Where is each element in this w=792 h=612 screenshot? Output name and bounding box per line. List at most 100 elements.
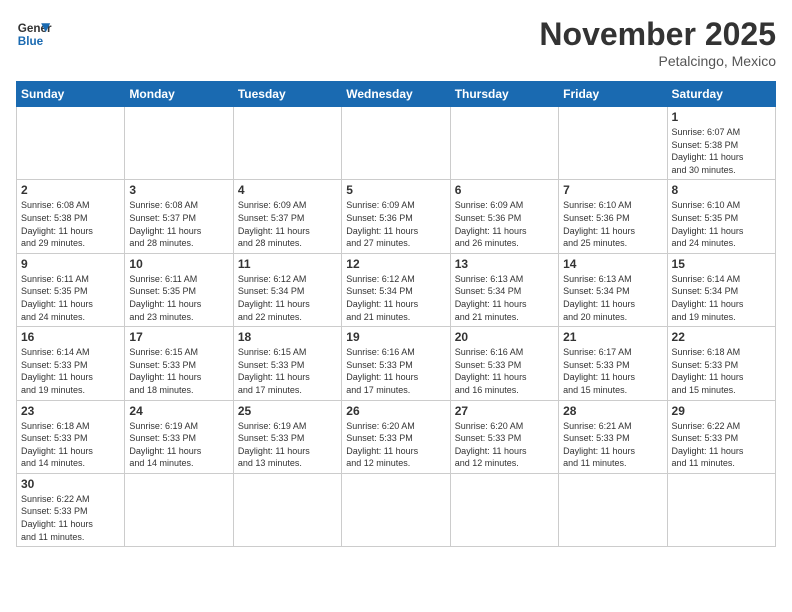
day-number: 23 bbox=[21, 404, 120, 418]
day-number: 28 bbox=[563, 404, 662, 418]
calendar-cell: 14 Sunrise: 6:13 AMSunset: 5:34 PMDayligh… bbox=[559, 253, 667, 326]
day-info: Sunrise: 6:13 AMSunset: 5:34 PMDaylight:… bbox=[563, 273, 662, 323]
day-number: 2 bbox=[21, 183, 120, 197]
calendar-cell bbox=[125, 107, 233, 180]
day-info: Sunrise: 6:22 AMSunset: 5:33 PMDaylight:… bbox=[672, 420, 771, 470]
weekday-header-thursday: Thursday bbox=[450, 82, 558, 107]
calendar-cell: 18 Sunrise: 6:15 AMSunset: 5:33 PMDayligh… bbox=[233, 327, 341, 400]
calendar-cell: 24Sunrise: 6:19 AMSunset: 5:33 PMDayligh… bbox=[125, 400, 233, 473]
day-number: 18 bbox=[238, 330, 337, 344]
location: Petalcingo, Mexico bbox=[539, 53, 776, 69]
day-info: Sunrise: 6:14 AMSunset: 5:33 PMDaylight:… bbox=[21, 346, 120, 396]
day-number: 20 bbox=[455, 330, 554, 344]
calendar-cell: 21 Sunrise: 6:17 AMSunset: 5:33 PMDayligh… bbox=[559, 327, 667, 400]
day-info: Sunrise: 6:07 AMSunset: 5:38 PMDaylight:… bbox=[672, 126, 771, 176]
day-number: 10 bbox=[129, 257, 228, 271]
day-number: 16 bbox=[21, 330, 120, 344]
day-number: 24 bbox=[129, 404, 228, 418]
calendar-cell: 25 Sunrise: 6:19 AMSunset: 5:33 PMDayligh… bbox=[233, 400, 341, 473]
calendar-cell bbox=[342, 107, 450, 180]
calendar-cell bbox=[559, 473, 667, 546]
day-number: 14 bbox=[563, 257, 662, 271]
day-info: Sunrise: 6:08 AMSunset: 5:38 PMDaylight:… bbox=[21, 199, 120, 249]
title-block: November 2025 Petalcingo, Mexico bbox=[539, 16, 776, 69]
calendar-cell: 12Sunrise: 6:12 AMSunset: 5:34 PMDayligh… bbox=[342, 253, 450, 326]
calendar-cell: 1Sunrise: 6:07 AMSunset: 5:38 PMDaylight… bbox=[667, 107, 775, 180]
day-number: 8 bbox=[672, 183, 771, 197]
week-row-1: 1Sunrise: 6:07 AMSunset: 5:38 PMDaylight… bbox=[17, 107, 776, 180]
day-info: Sunrise: 6:19 AMSunset: 5:33 PMDaylight:… bbox=[238, 420, 337, 470]
day-number: 4 bbox=[238, 183, 337, 197]
calendar-cell: 22Sunrise: 6:18 AMSunset: 5:33 PMDayligh… bbox=[667, 327, 775, 400]
calendar-cell: 11Sunrise: 6:12 AMSunset: 5:34 PMDayligh… bbox=[233, 253, 341, 326]
day-info: Sunrise: 6:13 AMSunset: 5:34 PMDaylight:… bbox=[455, 273, 554, 323]
day-number: 21 bbox=[563, 330, 662, 344]
day-info: Sunrise: 6:09 AMSunset: 5:37 PMDaylight:… bbox=[238, 199, 337, 249]
weekday-header-tuesday: Tuesday bbox=[233, 82, 341, 107]
weekday-header-monday: Monday bbox=[125, 82, 233, 107]
weekday-header-sunday: Sunday bbox=[17, 82, 125, 107]
day-number: 25 bbox=[238, 404, 337, 418]
calendar-cell: 23 Sunrise: 6:18 AMSunset: 5:33 PMDayligh… bbox=[17, 400, 125, 473]
day-info: Sunrise: 6:21 AMSunset: 5:33 PMDaylight:… bbox=[563, 420, 662, 470]
weekday-header-friday: Friday bbox=[559, 82, 667, 107]
calendar-cell: 30 Sunrise: 6:22 AMSunset: 5:33 PMDayligh… bbox=[17, 473, 125, 546]
week-row-3: 9 Sunrise: 6:11 AMSunset: 5:35 PMDaylight… bbox=[17, 253, 776, 326]
day-number: 12 bbox=[346, 257, 445, 271]
weekday-header-saturday: Saturday bbox=[667, 82, 775, 107]
day-info: Sunrise: 6:16 AMSunset: 5:33 PMDaylight:… bbox=[346, 346, 445, 396]
day-info: Sunrise: 6:22 AMSunset: 5:33 PMDaylight:… bbox=[21, 493, 120, 543]
calendar-cell bbox=[667, 473, 775, 546]
day-info: Sunrise: 6:12 AMSunset: 5:34 PMDaylight:… bbox=[238, 273, 337, 323]
calendar-cell: 10Sunrise: 6:11 AMSunset: 5:35 PMDayligh… bbox=[125, 253, 233, 326]
logo-icon: General Blue bbox=[16, 16, 52, 52]
month-title: November 2025 bbox=[539, 16, 776, 53]
day-number: 19 bbox=[346, 330, 445, 344]
calendar-cell bbox=[450, 107, 558, 180]
calendar-table: SundayMondayTuesdayWednesdayThursdayFrid… bbox=[16, 81, 776, 547]
day-info: Sunrise: 6:09 AMSunset: 5:36 PMDaylight:… bbox=[455, 199, 554, 249]
day-info: Sunrise: 6:18 AMSunset: 5:33 PMDaylight:… bbox=[672, 346, 771, 396]
calendar-cell: 4 Sunrise: 6:09 AMSunset: 5:37 PMDaylight… bbox=[233, 180, 341, 253]
week-row-5: 23 Sunrise: 6:18 AMSunset: 5:33 PMDayligh… bbox=[17, 400, 776, 473]
calendar-cell: 29 Sunrise: 6:22 AMSunset: 5:33 PMDayligh… bbox=[667, 400, 775, 473]
calendar-cell: 16 Sunrise: 6:14 AMSunset: 5:33 PMDayligh… bbox=[17, 327, 125, 400]
day-number: 9 bbox=[21, 257, 120, 271]
calendar-cell bbox=[450, 473, 558, 546]
calendar-cell: 7Sunrise: 6:10 AMSunset: 5:36 PMDaylight… bbox=[559, 180, 667, 253]
calendar-cell bbox=[17, 107, 125, 180]
day-number: 13 bbox=[455, 257, 554, 271]
logo: General Blue bbox=[16, 16, 52, 52]
day-number: 17 bbox=[129, 330, 228, 344]
day-number: 6 bbox=[455, 183, 554, 197]
week-row-6: 30 Sunrise: 6:22 AMSunset: 5:33 PMDayligh… bbox=[17, 473, 776, 546]
calendar-cell: 3Sunrise: 6:08 AMSunset: 5:37 PMDaylight… bbox=[125, 180, 233, 253]
day-number: 5 bbox=[346, 183, 445, 197]
calendar-cell: 2 Sunrise: 6:08 AMSunset: 5:38 PMDaylight… bbox=[17, 180, 125, 253]
day-info: Sunrise: 6:17 AMSunset: 5:33 PMDaylight:… bbox=[563, 346, 662, 396]
svg-text:Blue: Blue bbox=[18, 35, 44, 48]
day-info: Sunrise: 6:10 AMSunset: 5:35 PMDaylight:… bbox=[672, 199, 771, 249]
day-info: Sunrise: 6:15 AMSunset: 5:33 PMDaylight:… bbox=[129, 346, 228, 396]
day-number: 29 bbox=[672, 404, 771, 418]
day-info: Sunrise: 6:11 AMSunset: 5:35 PMDaylight:… bbox=[21, 273, 120, 323]
day-info: Sunrise: 6:18 AMSunset: 5:33 PMDaylight:… bbox=[21, 420, 120, 470]
calendar-cell bbox=[233, 473, 341, 546]
day-info: Sunrise: 6:20 AMSunset: 5:33 PMDaylight:… bbox=[346, 420, 445, 470]
calendar-cell: 6 Sunrise: 6:09 AMSunset: 5:36 PMDaylight… bbox=[450, 180, 558, 253]
weekday-header-wednesday: Wednesday bbox=[342, 82, 450, 107]
day-info: Sunrise: 6:14 AMSunset: 5:34 PMDaylight:… bbox=[672, 273, 771, 323]
calendar-cell: 28 Sunrise: 6:21 AMSunset: 5:33 PMDayligh… bbox=[559, 400, 667, 473]
calendar-cell: 26Sunrise: 6:20 AMSunset: 5:33 PMDayligh… bbox=[342, 400, 450, 473]
day-info: Sunrise: 6:15 AMSunset: 5:33 PMDaylight:… bbox=[238, 346, 337, 396]
page-header: General Blue November 2025 Petalcingo, M… bbox=[16, 16, 776, 69]
calendar-cell: 20Sunrise: 6:16 AMSunset: 5:33 PMDayligh… bbox=[450, 327, 558, 400]
day-number: 15 bbox=[672, 257, 771, 271]
day-info: Sunrise: 6:20 AMSunset: 5:33 PMDaylight:… bbox=[455, 420, 554, 470]
day-number: 27 bbox=[455, 404, 554, 418]
week-row-4: 16 Sunrise: 6:14 AMSunset: 5:33 PMDayligh… bbox=[17, 327, 776, 400]
week-row-2: 2 Sunrise: 6:08 AMSunset: 5:38 PMDaylight… bbox=[17, 180, 776, 253]
calendar-cell: 13 Sunrise: 6:13 AMSunset: 5:34 PMDayligh… bbox=[450, 253, 558, 326]
day-number: 30 bbox=[21, 477, 120, 491]
calendar-cell: 15 Sunrise: 6:14 AMSunset: 5:34 PMDayligh… bbox=[667, 253, 775, 326]
